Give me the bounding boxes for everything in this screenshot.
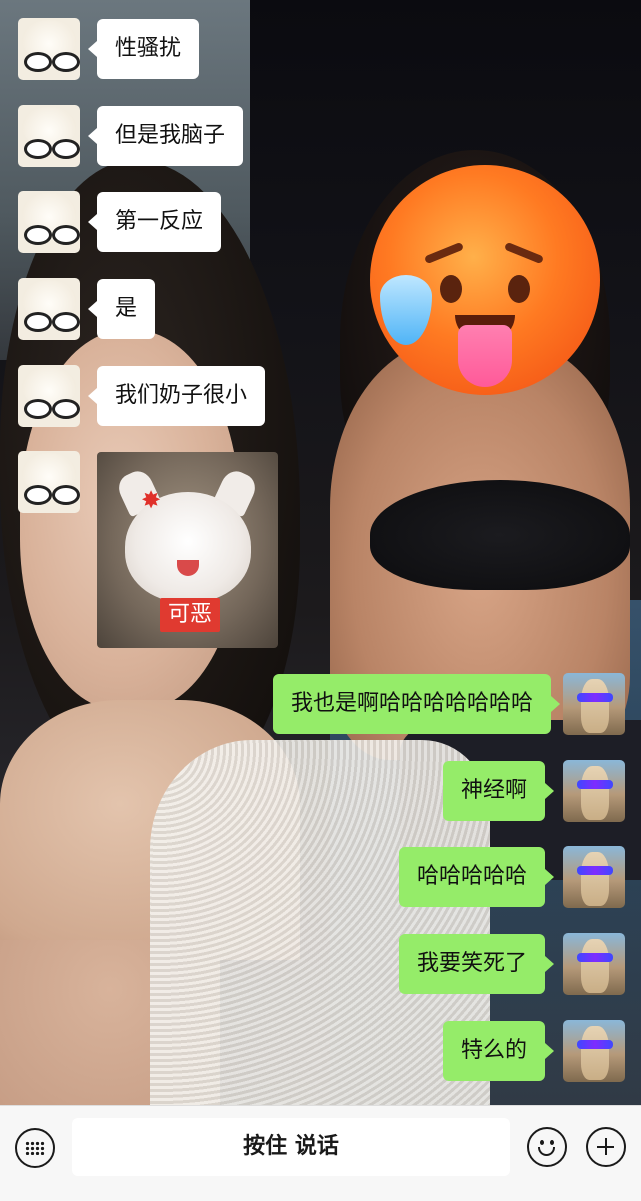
contact-avatar[interactable] bbox=[18, 278, 80, 340]
contact-avatar[interactable] bbox=[18, 365, 80, 427]
message-bubble-incoming[interactable]: 但是我脑子 bbox=[87, 106, 244, 166]
message-bubble-incoming[interactable]: 是 bbox=[87, 279, 156, 339]
message-bubble-outgoing[interactable]: 神经啊 bbox=[442, 761, 555, 821]
hold-to-talk-button[interactable]: 按住 说话 bbox=[72, 1118, 510, 1176]
message-bubble-outgoing[interactable]: 哈哈哈哈哈 bbox=[398, 847, 555, 907]
contact-avatar[interactable] bbox=[18, 451, 80, 513]
hot-face-emoji-overlay bbox=[370, 165, 600, 395]
message-bubble-outgoing[interactable]: 我也是啊哈哈哈哈哈哈哈 bbox=[272, 674, 561, 734]
contact-avatar[interactable] bbox=[18, 191, 80, 253]
keyboard-icon[interactable] bbox=[15, 1128, 55, 1168]
sticker-message[interactable]: ✸ 可恶 bbox=[97, 452, 278, 648]
message-bubble-incoming[interactable]: 第一反应 bbox=[87, 192, 222, 252]
self-avatar[interactable] bbox=[563, 933, 625, 995]
message-bubble-incoming[interactable]: 我们奶子很小 bbox=[87, 366, 266, 426]
message-bubble-outgoing[interactable]: 我要笑死了 bbox=[398, 934, 555, 994]
self-avatar[interactable] bbox=[563, 673, 625, 735]
anger-symbol-icon: ✸ bbox=[141, 486, 162, 514]
contact-avatar[interactable] bbox=[18, 105, 80, 167]
contact-avatar[interactable] bbox=[18, 18, 80, 80]
message-bubble-outgoing[interactable]: 特么的 bbox=[442, 1021, 555, 1081]
self-avatar[interactable] bbox=[563, 760, 625, 822]
self-avatar[interactable] bbox=[563, 846, 625, 908]
self-avatar[interactable] bbox=[563, 1020, 625, 1082]
sticker-caption: 可恶 bbox=[160, 598, 221, 632]
message-bubble-incoming[interactable]: 性骚扰 bbox=[87, 19, 200, 79]
plus-icon[interactable] bbox=[586, 1127, 626, 1167]
emoji-icon[interactable] bbox=[527, 1127, 567, 1167]
